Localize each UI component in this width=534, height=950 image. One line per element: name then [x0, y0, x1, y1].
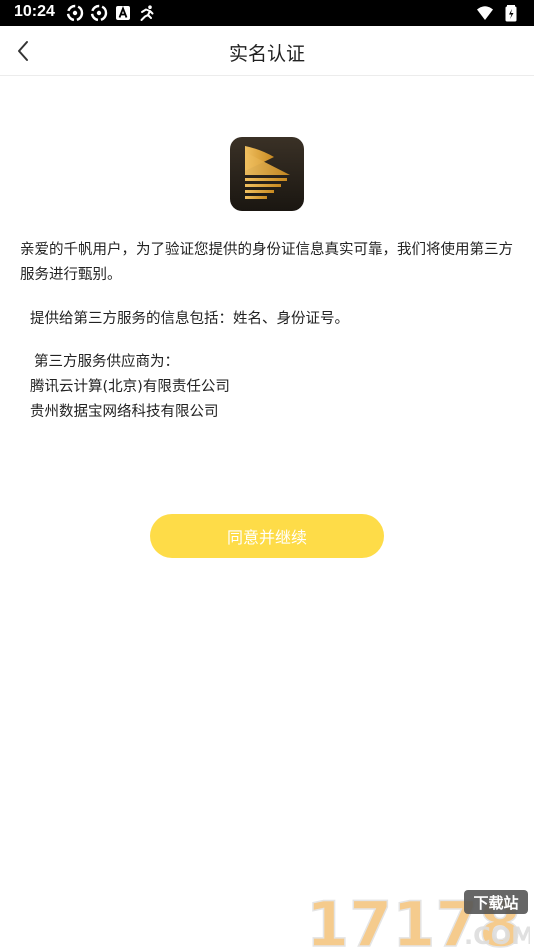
status-icons-right: [476, 4, 520, 22]
sync-icon: [66, 4, 84, 22]
status-time: 10:24: [14, 3, 55, 20]
providers-title: 第三方服务供应商为：: [34, 354, 179, 370]
agree-continue-button[interactable]: 同意并继续: [150, 514, 384, 558]
watermark-domain: .COM: [464, 922, 530, 950]
font-icon: [116, 6, 130, 20]
running-icon: [140, 5, 154, 21]
page-title: 实名认证: [228, 43, 305, 65]
header-bar: 实名认证: [0, 26, 534, 76]
status-bar: 10:24: [0, 0, 534, 26]
intro-text: 亲爱的千帆用户，为了验证您提供的身份证信息真实可靠，我们将使用第三方服务进行甄别…: [20, 242, 513, 283]
watermark-logo: 17178 下载站 .COM: [305, 887, 530, 950]
provider-item: 贵州数据宝网络科技有限公司: [30, 404, 219, 420]
watermark-tag: 下载站: [473, 894, 518, 912]
status-icons-left: [66, 4, 156, 22]
app-logo: [230, 137, 304, 211]
info-text: 提供给第三方服务的信息包括：姓名、身份证号。: [30, 311, 349, 327]
wifi-icon: [477, 6, 493, 20]
provider-item: 腾讯云计算(北京)有限责任公司: [30, 379, 230, 395]
qianfan-logo-icon: [230, 137, 304, 211]
sync-icon: [90, 4, 108, 22]
battery-icon: [505, 5, 517, 22]
